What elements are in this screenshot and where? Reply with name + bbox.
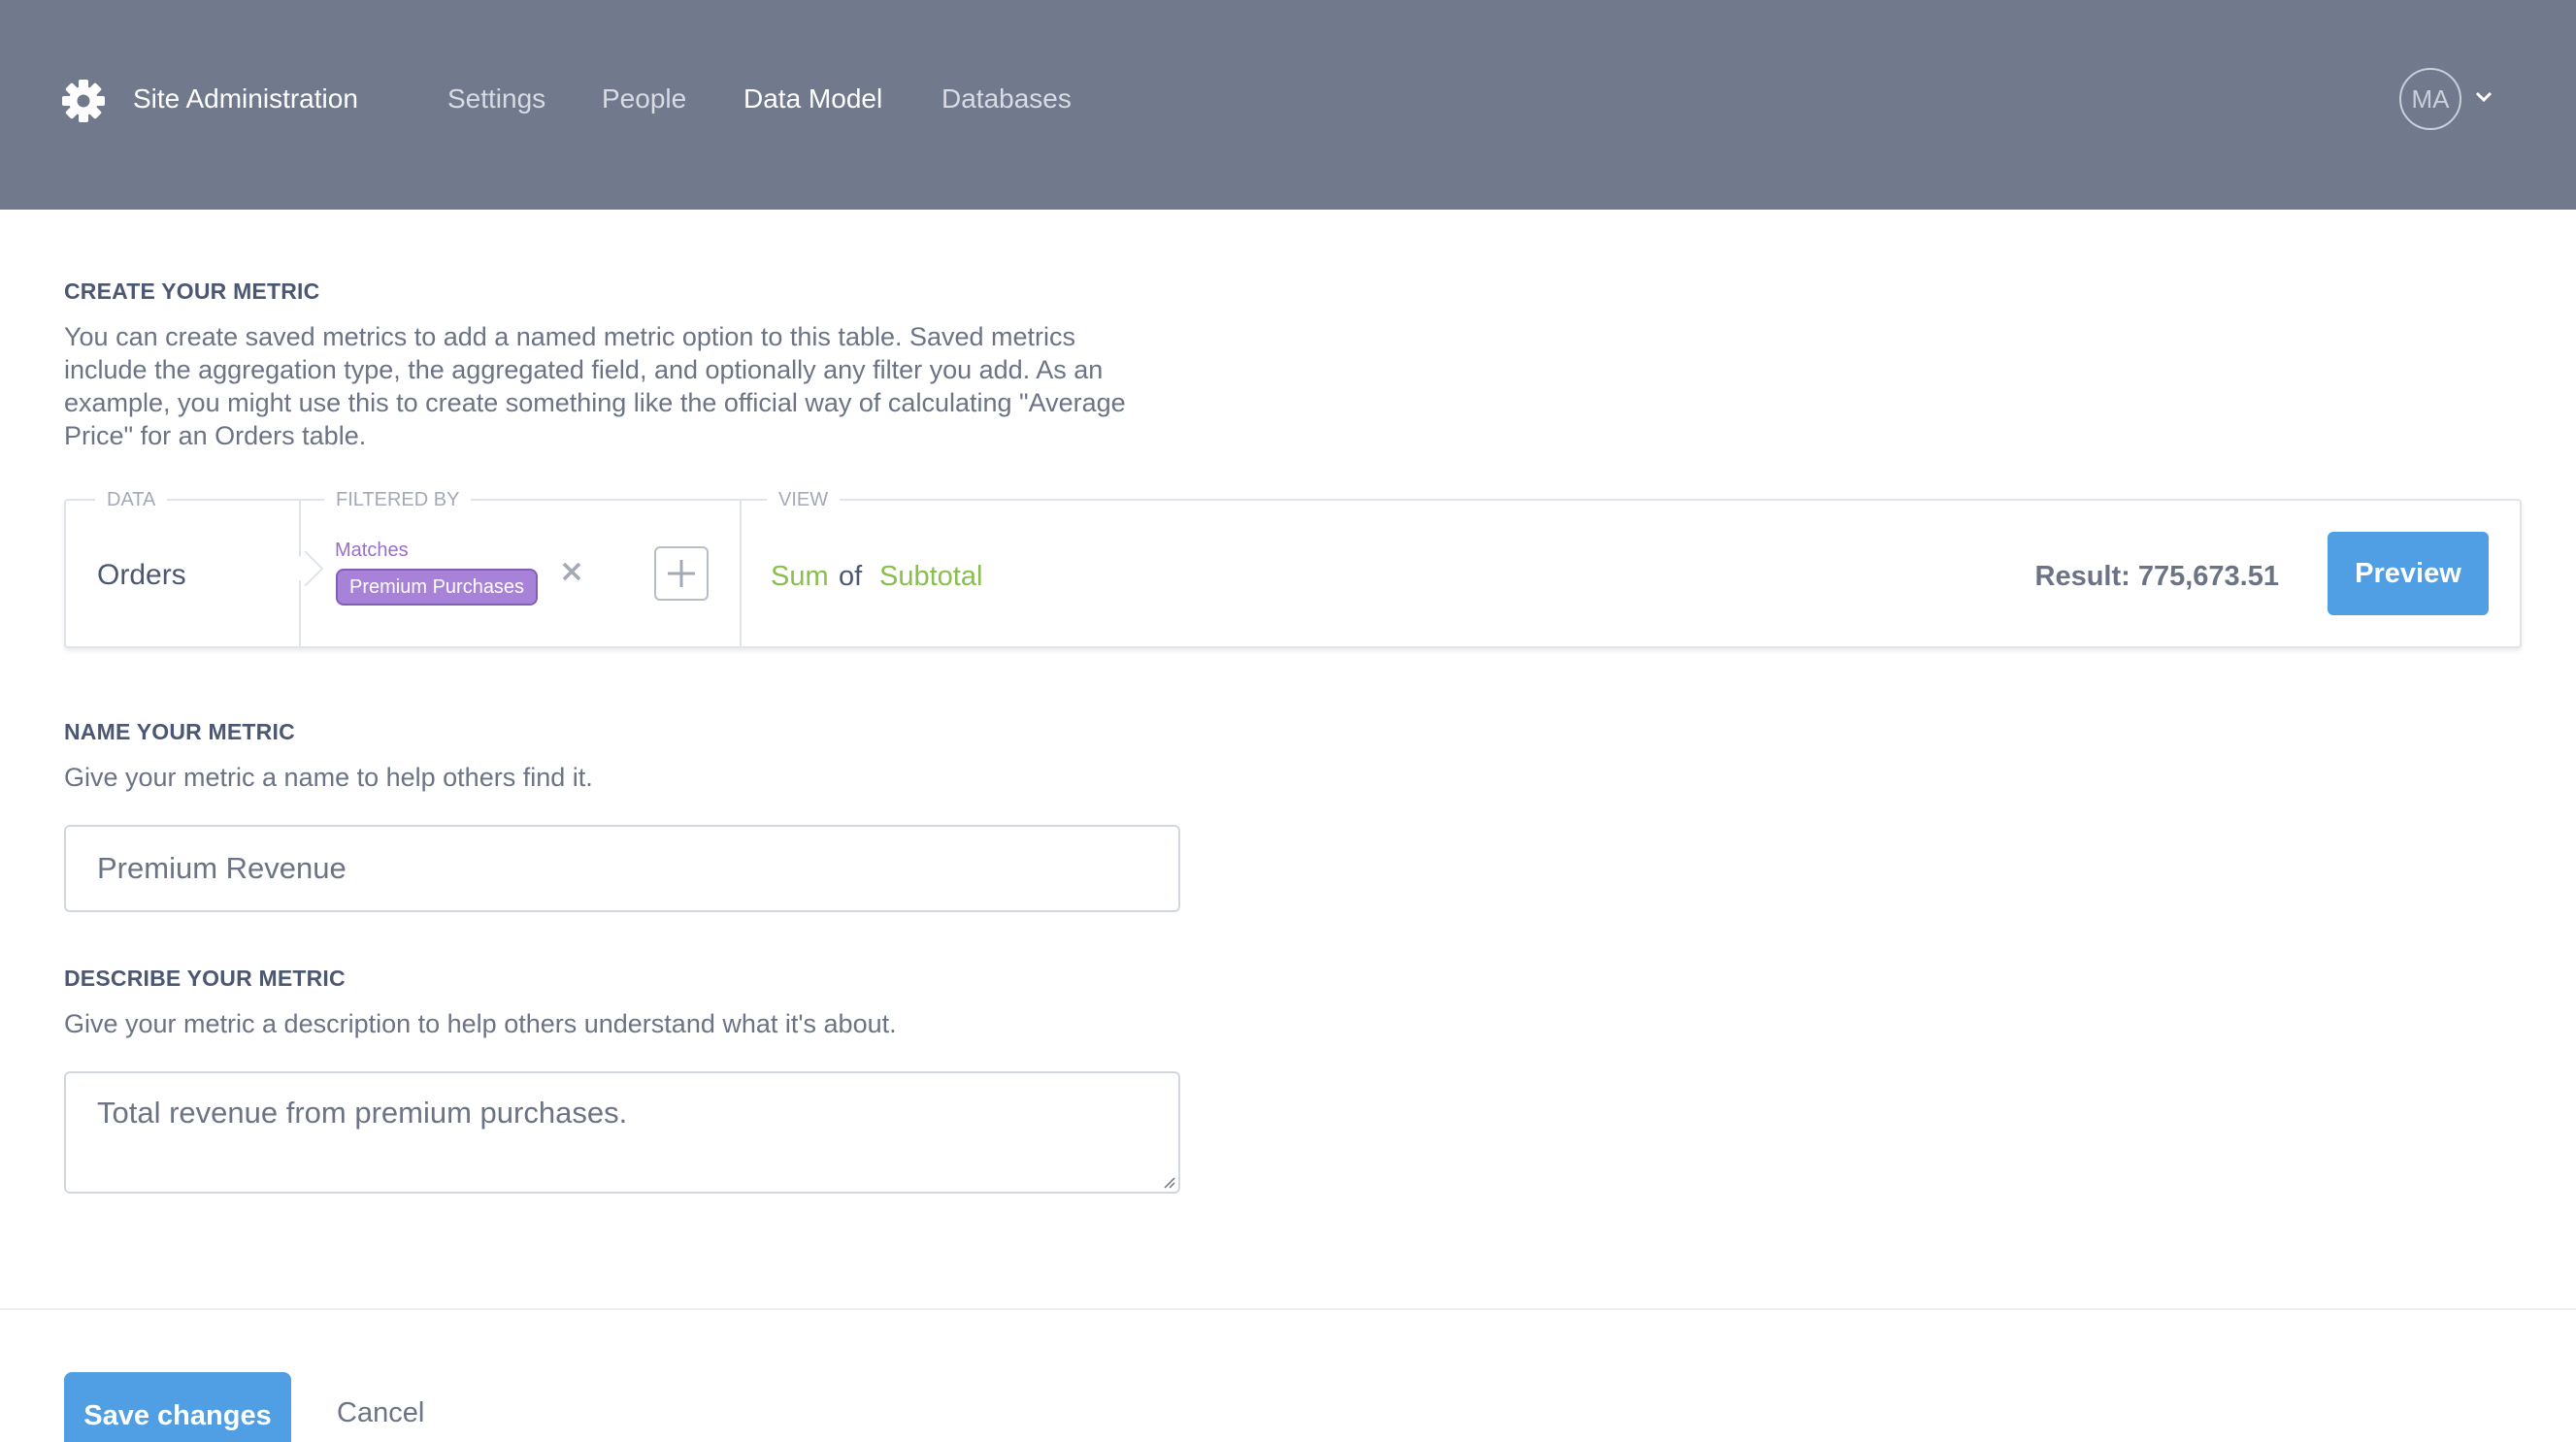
metric-description-textarea[interactable]: Total revenue from premium purchases.: [64, 1071, 1180, 1194]
textarea-value: Total revenue from premium purchases.: [97, 1096, 628, 1130]
gear-icon[interactable]: [60, 78, 107, 124]
description-line: Price" for an Orders table.: [64, 421, 367, 450]
data-table-selector[interactable]: Orders: [97, 559, 186, 592]
cancel-button[interactable]: Cancel: [337, 1397, 424, 1429]
filter-pill[interactable]: Premium Purchases: [336, 569, 539, 606]
describe-metric-description: Give your metric a description to help o…: [64, 1009, 897, 1038]
of-label: of: [839, 561, 863, 592]
nav-people[interactable]: People: [602, 82, 686, 116]
result-value: Result: 775,673.51: [2034, 561, 2279, 592]
data-section-label: DATA: [95, 488, 168, 511]
add-filter-button[interactable]: [654, 546, 709, 601]
description-line: include the aggregation type, the aggreg…: [64, 355, 1104, 384]
nav-settings[interactable]: Settings: [447, 82, 545, 116]
top-nav: Site Administration Settings People Data…: [0, 0, 2576, 210]
resize-handle-icon[interactable]: [1163, 1176, 1176, 1190]
nav-databases[interactable]: Databases: [941, 82, 1072, 116]
preview-button[interactable]: Preview: [2328, 532, 2489, 615]
create-metric-description: You can create saved metrics to add a na…: [64, 320, 1126, 452]
field-selector[interactable]: Subtotal: [879, 559, 982, 594]
describe-metric-heading: DESCRIBE YOUR METRIC: [64, 966, 346, 991]
name-metric-description: Give your metric a name to help others f…: [64, 763, 593, 792]
metric-name-input[interactable]: [64, 825, 1180, 912]
metric-builder: DATA FILTERED BY VIEW Orders Matches Pre…: [64, 488, 2522, 648]
aggregation-selector[interactable]: Sum: [771, 559, 829, 594]
nav-data-model[interactable]: Data Model: [743, 82, 882, 116]
avatar[interactable]: MA: [2399, 68, 2461, 130]
section-divider: [740, 501, 742, 646]
description-line: example, you might use this to create so…: [64, 388, 1126, 417]
name-metric-heading: NAME YOUR METRIC: [64, 719, 295, 744]
section-divider-arrow: [287, 550, 324, 587]
create-metric-heading: CREATE YOUR METRIC: [64, 279, 320, 304]
filter-operator: Matches: [335, 540, 409, 561]
close-icon[interactable]: [559, 559, 584, 584]
chevron-down-icon[interactable]: [2473, 89, 2494, 105]
description-line: You can create saved metrics to add a na…: [64, 322, 1076, 351]
save-button[interactable]: Save changes: [64, 1372, 291, 1442]
footer-divider: [0, 1308, 2576, 1310]
filter-section-label: FILTERED BY: [324, 488, 472, 511]
plus-icon: [668, 560, 695, 587]
view-section-label: VIEW: [767, 488, 841, 511]
site-admin-title[interactable]: Site Administration: [133, 82, 358, 116]
